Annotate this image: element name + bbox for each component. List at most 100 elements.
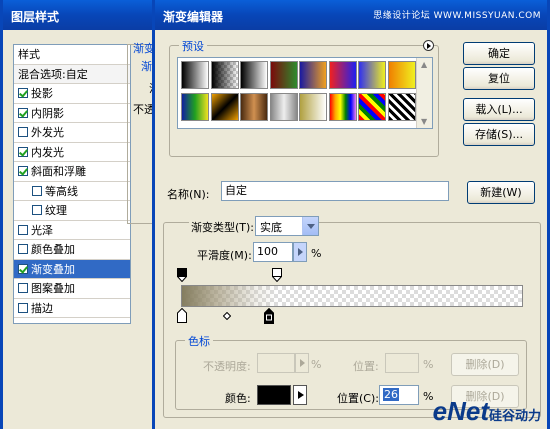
- stop-opacity-input: [257, 353, 295, 373]
- style-list-label: 样式: [18, 48, 40, 61]
- gradient-preset-swatch[interactable]: [269, 61, 298, 89]
- stop-opacity-label: 不透明度:: [203, 360, 251, 373]
- style-list-item[interactable]: 内阴影: [14, 104, 130, 123]
- opacity-stop-left-icon[interactable]: [176, 268, 188, 285]
- style-checkbox[interactable]: [18, 107, 28, 118]
- style-checkbox[interactable]: [32, 205, 42, 215]
- style-list-label: 图案叠加: [31, 282, 75, 295]
- style-checkbox[interactable]: [18, 302, 28, 313]
- stop-location-label: 位置(C):: [337, 392, 379, 405]
- layer-style-dialog: 图层样式 样式混合选项:自定投影内阴影外发光内发光斜面和浮雕等高线纹理光泽颜色叠…: [0, 0, 173, 429]
- style-list-item[interactable]: 光泽: [14, 221, 130, 240]
- gradient-preset-swatch[interactable]: [210, 93, 239, 121]
- style-list-label: 描边: [31, 301, 53, 315]
- gradient-editor-title-bar[interactable]: 渐变编辑器 思缘设计论坛 WWW.MISSYUAN.COM: [155, 0, 547, 30]
- gradient-preset-swatch[interactable]: [299, 93, 327, 121]
- color-stop-left-icon[interactable]: [177, 307, 187, 326]
- style-list-label: 投影: [31, 87, 53, 100]
- style-list-label: 纹理: [45, 204, 67, 217]
- style-checkbox[interactable]: [18, 127, 28, 137]
- gradient-preset-swatch[interactable]: [299, 61, 327, 89]
- style-list-item[interactable]: 样式: [14, 45, 130, 65]
- stop-location-value: 26: [383, 388, 399, 401]
- logo-text: eNet: [432, 396, 489, 426]
- scroll-down-icon[interactable]: ▼: [421, 117, 427, 126]
- style-list-item[interactable]: 图案叠加: [14, 279, 130, 299]
- style-list-label: 混合选项:自定: [18, 67, 88, 81]
- style-list-label: 外发光: [31, 126, 64, 139]
- style-list-item[interactable]: 斜面和浮雕: [14, 162, 130, 182]
- stop-color-label: 颜色:: [225, 392, 251, 405]
- smoothness-slider-arrow-icon[interactable]: [293, 242, 307, 262]
- style-list-label: 渐变叠加: [31, 262, 75, 276]
- style-checkbox[interactable]: [18, 146, 28, 157]
- gradient-editor-title: 渐变编辑器: [163, 10, 224, 24]
- stop-opacity-arrow-icon: [295, 353, 309, 373]
- opacity-stop-right-icon[interactable]: [271, 268, 283, 285]
- gradient-preview-bar[interactable]: [181, 285, 523, 307]
- layer-style-title-bar[interactable]: 图层样式: [3, 0, 173, 30]
- layer-style-list: 样式混合选项:自定投影内阴影外发光内发光斜面和浮雕等高线纹理光泽颜色叠加渐变叠加…: [13, 44, 131, 324]
- smoothness-percent: %: [311, 247, 322, 260]
- stop-color-menu-icon[interactable]: [293, 385, 307, 405]
- style-list-item[interactable]: 等高线: [14, 182, 130, 201]
- new-button[interactable]: 新建(W): [467, 181, 535, 204]
- gradient-type-select[interactable]: 实底: [255, 216, 319, 236]
- style-checkbox[interactable]: [18, 244, 28, 254]
- panel-subheading-fragment: 渐: [141, 60, 152, 73]
- style-checkbox[interactable]: [18, 224, 28, 235]
- gradient-preset-swatch[interactable]: [240, 93, 268, 121]
- gradient-type-label: 渐变类型(T):: [189, 219, 257, 235]
- gradient-preset-swatch[interactable]: [181, 93, 209, 121]
- save-button[interactable]: 存储(S)...: [463, 123, 535, 146]
- load-button[interactable]: 载入(L)...: [463, 98, 535, 121]
- watermark-text: 思缘设计论坛 WWW.MISSYUAN.COM: [373, 11, 541, 21]
- style-checkbox[interactable]: [18, 166, 28, 176]
- scroll-up-icon[interactable]: ▲: [421, 60, 427, 69]
- gradient-preset-swatch[interactable]: [210, 61, 239, 89]
- color-stop-selected-icon[interactable]: [264, 307, 274, 327]
- gradient-preset-swatch[interactable]: [358, 61, 386, 89]
- gradient-editor-dialog: 渐变编辑器 思缘设计论坛 WWW.MISSYUAN.COM 预设 ▲ ▼ 确定 …: [152, 0, 550, 429]
- gradient-preset-swatch[interactable]: [387, 93, 416, 121]
- style-list-label: 光泽: [31, 223, 53, 237]
- stop-color-swatch[interactable]: [257, 385, 291, 405]
- stop-location-input[interactable]: 26: [379, 385, 419, 405]
- style-list-item[interactable]: 投影: [14, 84, 130, 104]
- style-checkbox[interactable]: [18, 263, 28, 274]
- name-label: 名称(N):: [167, 188, 210, 201]
- presets-menu-icon[interactable]: [423, 40, 434, 51]
- style-list-label: 斜面和浮雕: [31, 165, 86, 178]
- name-input[interactable]: 自定: [221, 181, 449, 201]
- style-list-item[interactable]: 描边: [14, 299, 130, 318]
- style-list-item[interactable]: 内发光: [14, 143, 130, 162]
- style-list-item[interactable]: 渐变叠加: [14, 259, 130, 279]
- gradient-preset-swatch[interactable]: [240, 61, 268, 89]
- stop-opacity-location-input: [385, 353, 419, 373]
- style-checkbox[interactable]: [18, 283, 28, 293]
- gradient-preset-swatch[interactable]: [269, 93, 298, 121]
- style-checkbox[interactable]: [32, 185, 42, 196]
- ok-button[interactable]: 确定: [463, 42, 535, 65]
- gradient-preset-swatch[interactable]: [387, 61, 416, 89]
- smoothness-input[interactable]: 100: [253, 242, 293, 262]
- color-midpoint-icon[interactable]: [222, 310, 232, 323]
- gradient-preset-swatch[interactable]: [328, 93, 357, 121]
- presets-scrollbar[interactable]: ▲ ▼: [416, 58, 432, 128]
- logo-subtext: 硅谷动力: [488, 408, 541, 423]
- style-list-item[interactable]: 颜色叠加: [14, 240, 130, 260]
- gradient-preset-swatch[interactable]: [358, 93, 386, 121]
- stop-opacity-percent: %: [311, 358, 322, 371]
- style-list-item[interactable]: 纹理: [14, 201, 130, 221]
- style-list-item[interactable]: 外发光: [14, 123, 130, 143]
- gradient-preset-swatch[interactable]: [181, 61, 209, 89]
- style-checkbox[interactable]: [18, 88, 28, 98]
- gradient-preset-swatch[interactable]: [328, 61, 357, 89]
- color-stops-label: 色标: [185, 333, 213, 349]
- chevron-down-icon[interactable]: [302, 217, 318, 235]
- enet-logo: eNet硅谷动力: [433, 396, 541, 427]
- style-list-item[interactable]: 混合选项:自定: [14, 64, 130, 84]
- reset-button[interactable]: 复位: [463, 67, 535, 90]
- presets-swatch-grid: ▲ ▼: [177, 57, 433, 129]
- smoothness-label: 平滑度(M):: [197, 249, 252, 262]
